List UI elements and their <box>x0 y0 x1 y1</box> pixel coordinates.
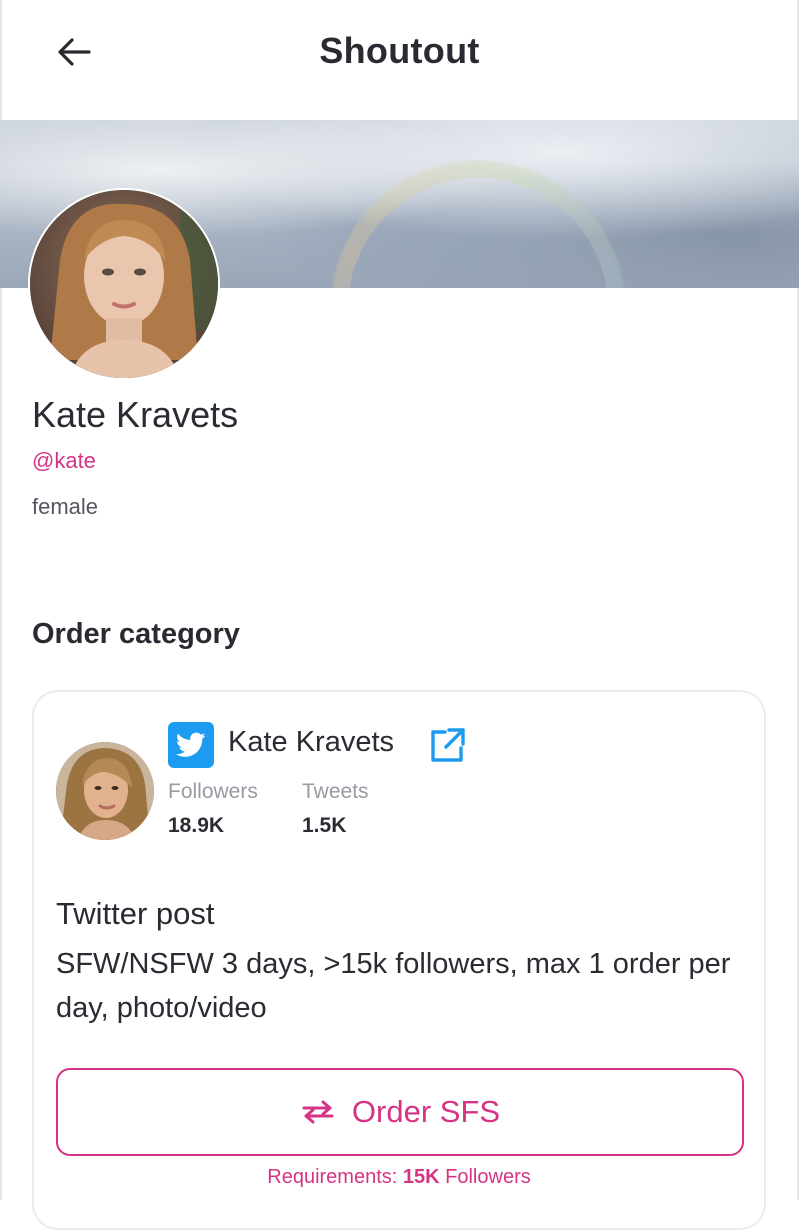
order-sfs-button-label: Order SFS <box>351 1094 501 1129</box>
twitter-account-avatar-image <box>56 742 154 840</box>
offer-card: Kate Kravets Followers 18.9K Tweets 1.5K… <box>32 690 766 1230</box>
requirements-text: Requirements: 15K Followers <box>34 1166 764 1189</box>
twitter-icon <box>176 732 206 757</box>
offer-description: SFW/NSFW 3 days, >15k followers, max 1 o… <box>56 948 731 1024</box>
profile-avatar-image <box>30 190 218 378</box>
followers-label: Followers <box>168 780 258 803</box>
page-title: Shoutout <box>319 30 480 71</box>
tweets-label: Tweets <box>302 780 369 803</box>
order-category-title: Order category <box>32 618 240 650</box>
profile-gender: female <box>32 494 99 519</box>
twitter-account-name: Kate Kravets <box>228 726 395 758</box>
open-twitter-profile-button[interactable] <box>429 726 467 764</box>
rainbow-decoration <box>330 160 626 288</box>
profile-handle[interactable]: @kate <box>32 448 96 474</box>
order-sfs-button[interactable]: Order SFS <box>56 1068 744 1156</box>
external-link-icon <box>431 728 465 762</box>
profile-name: Kate Kravets <box>32 394 239 435</box>
twitter-badge <box>168 722 214 768</box>
twitter-account-avatar[interactable] <box>56 742 154 840</box>
tweets-count: 1.5K <box>302 814 347 837</box>
followers-count: 18.9K <box>168 814 225 837</box>
top-app-bar: Shoutout <box>0 0 799 120</box>
requirements-value: 15K <box>402 1166 440 1188</box>
profile-avatar[interactable] <box>30 190 218 378</box>
requirements-prefix: Requirements: <box>267 1166 403 1188</box>
swap-arrows-icon <box>302 1100 334 1124</box>
requirements-suffix: Followers <box>439 1166 531 1188</box>
offer-title: Twitter post <box>56 896 215 931</box>
